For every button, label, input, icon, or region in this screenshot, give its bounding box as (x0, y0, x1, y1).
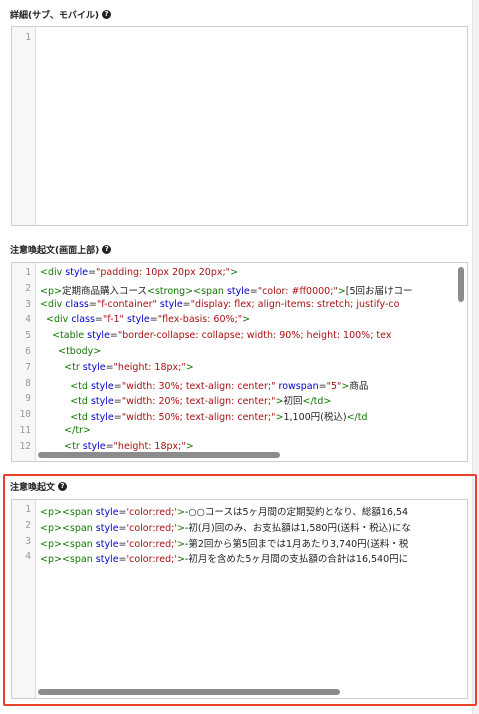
line-number: 1 (25, 504, 31, 515)
code-line: </tr> (64, 425, 91, 436)
code-line: <td style="width: 20%; text-align: cente… (70, 396, 332, 408)
notice-line-gutter: 1 2 3 4 (12, 500, 36, 698)
help-icon[interactable]: ? (102, 245, 112, 254)
code-line: <p><span style='color:red;'>-○○コースは5ヶ月間の… (40, 507, 409, 518)
notice-top-code-editor[interactable]: 1 2 3 4 5 6 7 8 9 10 11 12 <div style="padding: 10p… (11, 262, 468, 462)
notice-label-text: 注意喚起文 (10, 483, 56, 493)
line-number: 3 (25, 535, 31, 547)
line-number: 8 (25, 377, 31, 389)
detail-code-editor[interactable]: 1 (11, 26, 468, 226)
line-number: 10 (19, 409, 31, 421)
line-number: 3 (25, 298, 31, 310)
line-number: 2 (25, 282, 31, 294)
horizontal-scrollbar-thumb[interactable] (38, 452, 280, 458)
code-line: <div class="f-container" style="display:… (40, 298, 400, 310)
detail-line-gutter: 1 (12, 27, 36, 225)
code-line: <td style="width: 30%; text-align: cente… (70, 380, 369, 392)
line-number: 4 (25, 551, 31, 563)
line-number: 7 (25, 361, 31, 373)
help-icon[interactable]: ? (101, 10, 111, 19)
detail-label: 詳細(サブ、モバイル) ? (10, 8, 111, 21)
line-number: 9 (25, 393, 31, 405)
line-number: 12 (19, 440, 31, 452)
detail-label-text: 詳細(サブ、モバイル) (10, 11, 99, 21)
notice-top-line-gutter: 1 2 3 4 5 6 7 8 9 10 11 12 (12, 263, 36, 461)
line-number: 11 (19, 425, 31, 436)
code-line: <div style="padding: 10px 20px 20px;"> (40, 267, 239, 278)
notice-label: 注意喚起文 ? (10, 480, 68, 493)
line-number: 1 (25, 32, 31, 43)
notice-top-label: 注意喚起文(画面上部) ? (10, 243, 112, 256)
notice-code-editor[interactable]: 1 2 3 4 <p><span style='color:red;'>-○○コースは… (11, 499, 468, 699)
line-number: 2 (25, 519, 31, 531)
code-line: <td style="width: 50%; text-align: cente… (70, 412, 368, 424)
line-number: 1 (25, 267, 31, 278)
line-number: 6 (25, 346, 31, 357)
code-line: <tbody> (58, 346, 102, 357)
code-line: <p><span style='color:red;'>-初月を含めた5ヶ月間の… (40, 554, 409, 566)
code-line: <div class="f-1" style="flex-basis: 60%;… (46, 314, 251, 326)
notice-top-code-area[interactable]: <div style="padding: 10px 20px 20px;"> <p… (40, 263, 467, 461)
line-number: 4 (25, 314, 31, 326)
detail-code-area[interactable] (40, 27, 467, 225)
code-line: <p><span style='color:red;'>-初(月)回のみ、お支払… (40, 522, 411, 534)
horizontal-scrollbar-thumb[interactable] (38, 689, 340, 695)
help-icon[interactable]: ? (58, 482, 68, 491)
code-line: <p><span style='color:red;'>-第2回から第5回までは… (40, 538, 409, 550)
code-line: <tr style="height: 18px;"> (64, 440, 194, 452)
line-number: 5 (25, 330, 31, 342)
notice-code-area[interactable]: <p><span style='color:red;'>-○○コースは5ヶ月間の… (40, 500, 467, 698)
code-line: <tr style="height: 18px;"> (64, 361, 194, 373)
code-line: <table style="border-collapse: collapse;… (52, 330, 392, 342)
notice-top-label-text: 注意喚起文(画面上部) (10, 246, 100, 256)
code-line: <p>定期商品購入コース<strong><span style="color: … (40, 285, 413, 297)
vertical-scrollbar-thumb[interactable] (458, 267, 464, 302)
